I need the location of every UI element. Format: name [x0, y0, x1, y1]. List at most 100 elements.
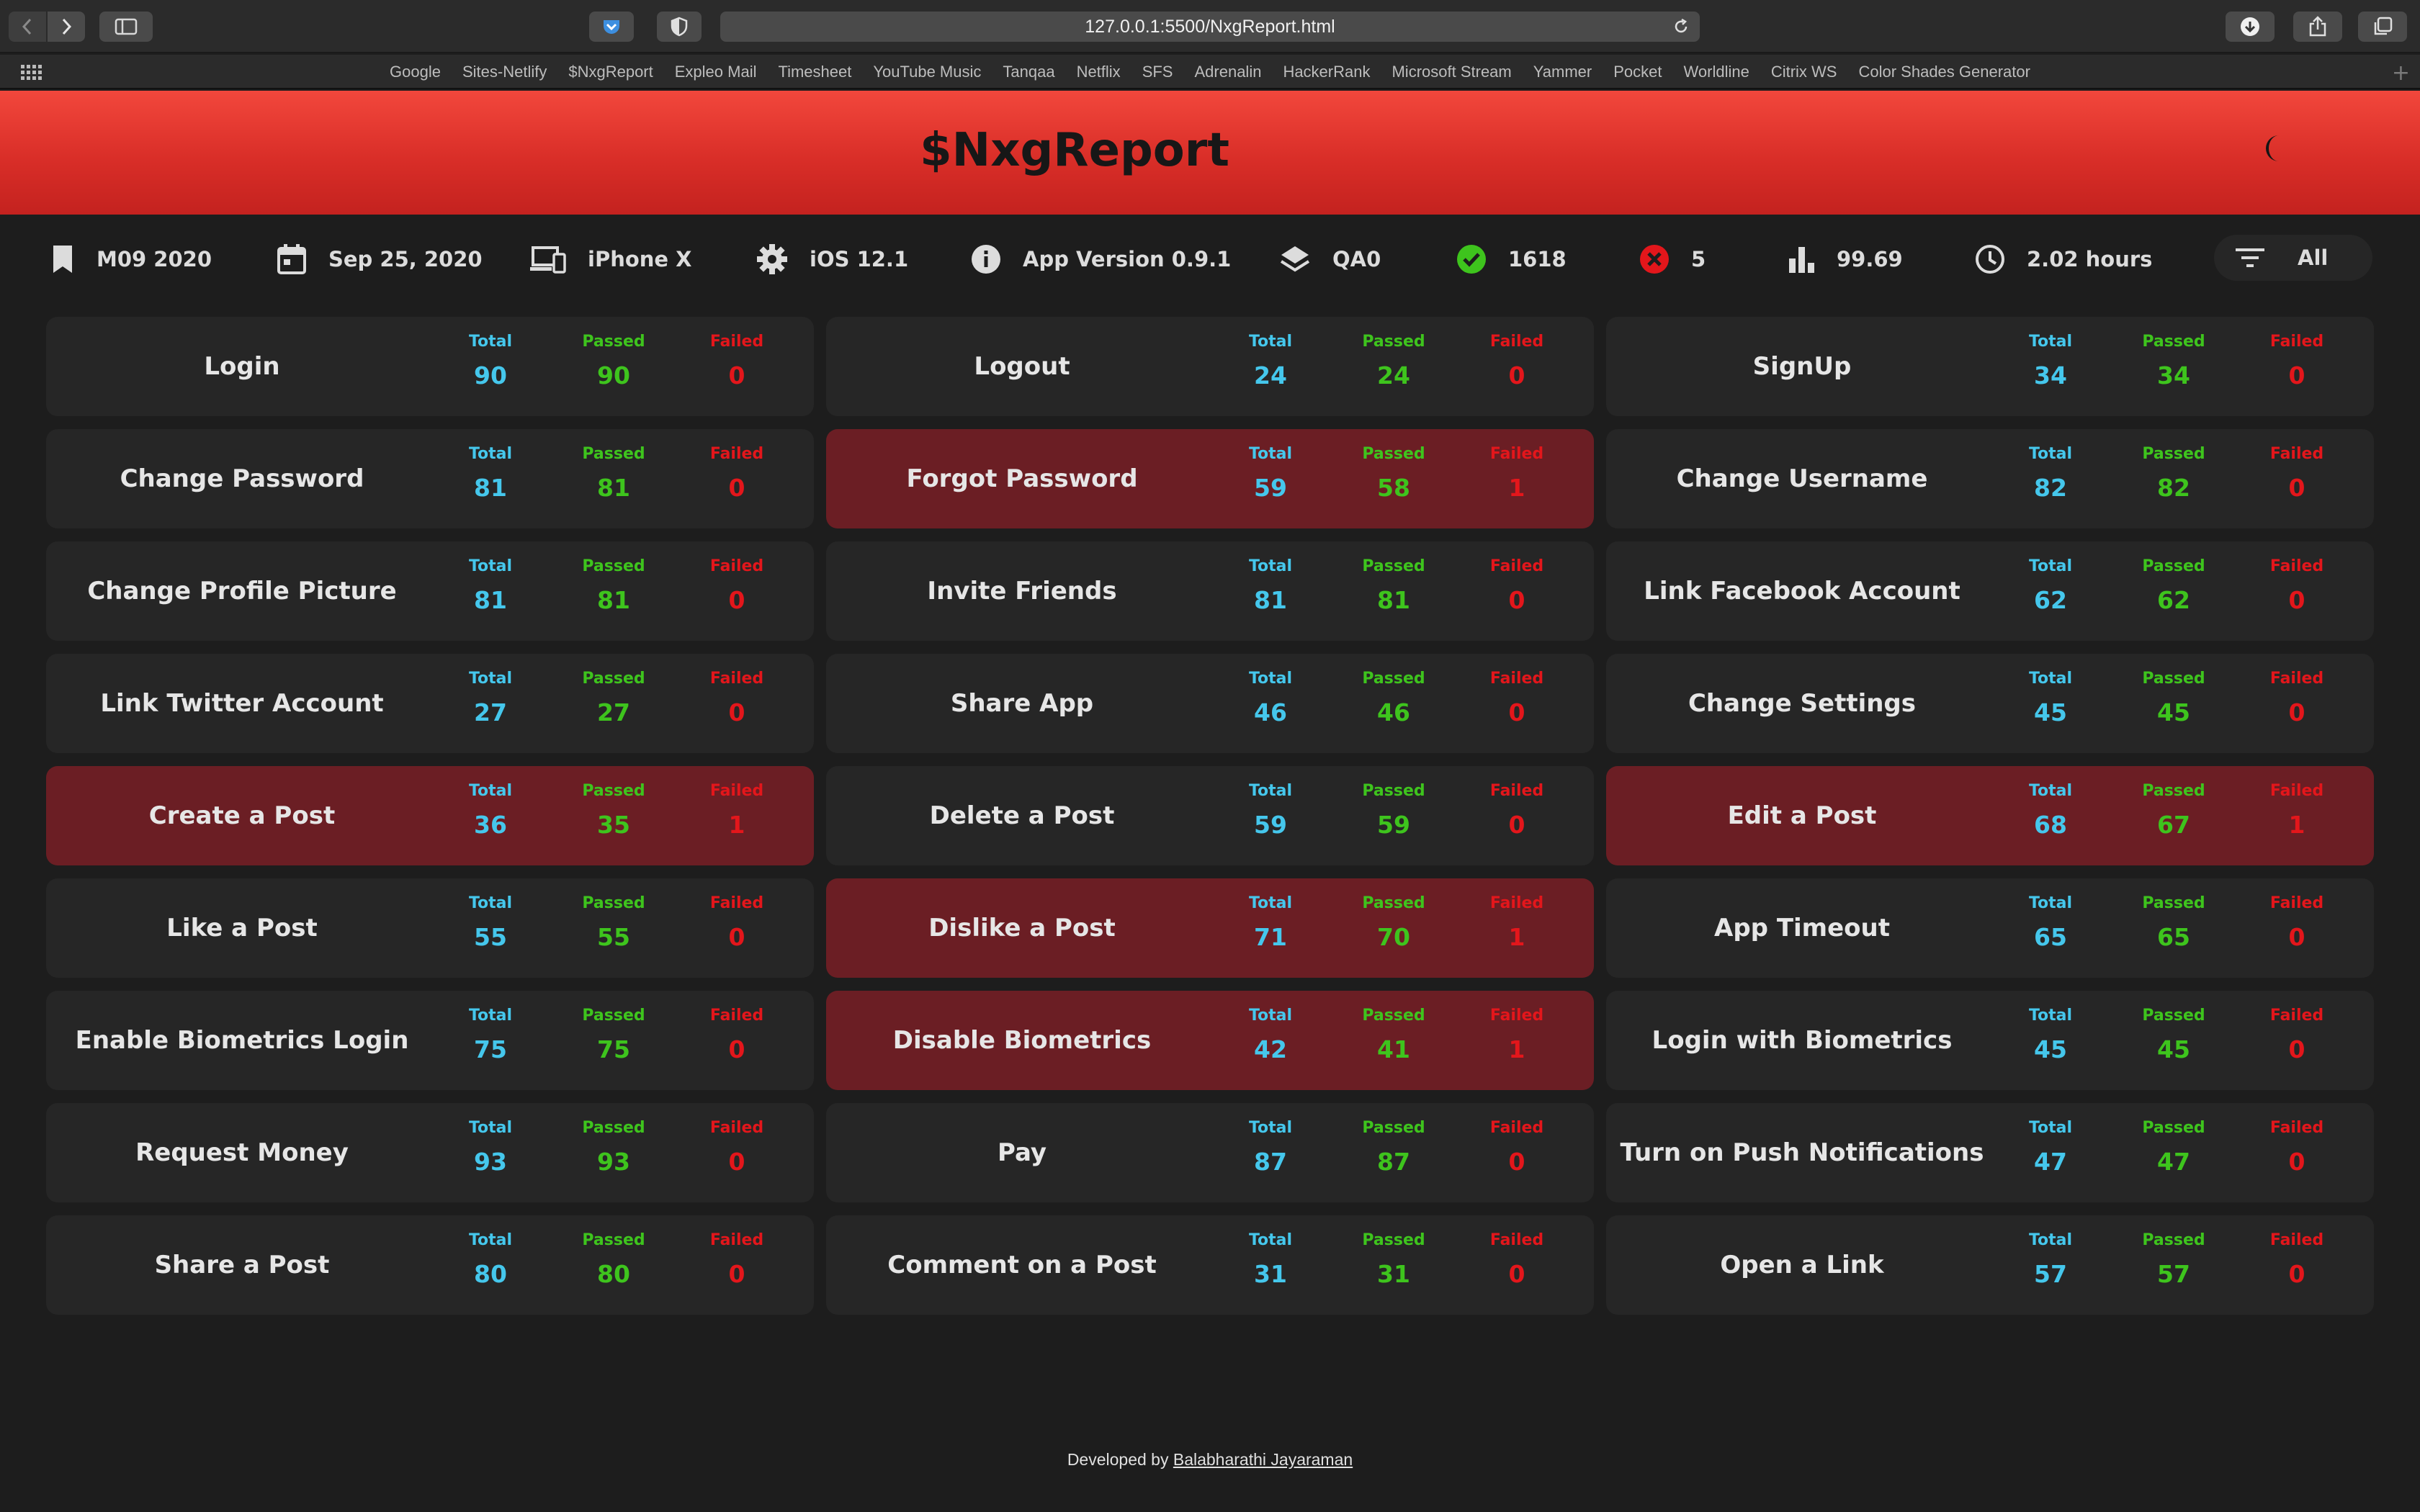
failed-value: 0 — [2288, 698, 2305, 726]
feature-card[interactable]: Pay Total 87 Passed 87 Failed 0 — [826, 1103, 1594, 1202]
passed-value: 81 — [1377, 586, 1410, 614]
total-stat: Total 87 — [1224, 1119, 1317, 1176]
bookmark-item[interactable]: Citrix WS — [1760, 63, 1848, 81]
feature-card[interactable]: Link Twitter Account Total 27 Passed 27 Faile… — [46, 654, 814, 753]
feature-card[interactable]: Edit a Post Total 68 Passed 67 Failed 1 — [1606, 766, 2374, 865]
bookmark-item[interactable]: Pocket — [1603, 63, 1672, 81]
date-text: Sep 25, 2020 — [328, 247, 483, 271]
feature-card[interactable]: Change Password Total 81 Passed 81 Failed 0 — [46, 429, 814, 528]
total-stat: Total 55 — [444, 894, 537, 951]
feature-card[interactable]: Create a Post Total 36 Passed 35 Failed 1 — [46, 766, 814, 865]
share-button[interactable] — [2293, 12, 2342, 42]
bookmark-item[interactable]: Color Shades Generator — [1847, 63, 2040, 81]
feature-card[interactable]: Forgot Password Total 59 Passed 58 Failed 1 — [826, 429, 1594, 528]
feature-card[interactable]: SignUp Total 34 Passed 34 Failed 0 — [1606, 317, 2374, 416]
feature-card[interactable]: Share a Post Total 80 Passed 80 Failed 0 — [46, 1215, 814, 1315]
feature-card[interactable]: Share App Total 46 Passed 46 Failed 0 — [826, 654, 1594, 753]
forward-button[interactable] — [48, 12, 85, 42]
bookmark-item[interactable]: Yammer — [1523, 63, 1603, 81]
passed-label: Passed — [582, 1007, 645, 1025]
feature-card[interactable]: Disable Biometrics Total 42 Passed 41 Failed 1 — [826, 991, 1594, 1090]
feature-card[interactable]: Request Money Total 93 Passed 93 Failed 0 — [46, 1103, 814, 1202]
failed-value: 0 — [1508, 698, 1525, 726]
failed-stat: Failed 0 — [690, 894, 784, 951]
os-info: iOS 12.1 — [756, 240, 908, 278]
bookmark-item[interactable]: Sites-Netlify — [452, 63, 557, 81]
failed-label: Failed — [1489, 782, 1544, 800]
back-button[interactable] — [9, 12, 46, 42]
bookmark-item[interactable]: Adrenalin — [1183, 63, 1272, 81]
bookmark-item[interactable]: Timesheet — [767, 63, 862, 81]
failed-value: 1 — [1508, 474, 1525, 502]
feature-name: SignUp — [1752, 352, 1852, 381]
failed-stat: Failed 0 — [1470, 333, 1564, 390]
passed-value: 70 — [1377, 923, 1410, 951]
feature-card[interactable]: Open a Link Total 57 Passed 57 Failed 0 — [1606, 1215, 2374, 1315]
total-stat: Total 82 — [2004, 445, 2097, 502]
passed-value: 24 — [1377, 361, 1410, 390]
failed-stat: Failed 0 — [2250, 1119, 2344, 1176]
passed-stat: Passed 46 — [1347, 670, 1440, 726]
feature-name: Change Password — [120, 464, 364, 493]
feature-card[interactable]: Login with Biometrics Total 45 Passed 45 Fail… — [1606, 991, 2374, 1090]
author-link[interactable]: Balabharathi Jayaraman — [1173, 1450, 1353, 1469]
bookmark-item[interactable]: YouTube Music — [862, 63, 992, 81]
new-tab-plus-icon[interactable]: + — [2392, 60, 2410, 86]
passed-stat: Passed 70 — [1347, 894, 1440, 951]
total-label: Total — [468, 557, 513, 575]
filter-dropdown[interactable]: All — [2214, 235, 2372, 281]
failed-stat: Failed 0 — [2250, 1007, 2344, 1063]
failed-label: Failed — [2269, 557, 2324, 575]
pocket-extension-button[interactable] — [589, 12, 634, 42]
date-info: Sep 25, 2020 — [277, 240, 483, 278]
feature-card[interactable]: Like a Post Total 55 Passed 55 Failed 0 — [46, 878, 814, 978]
failed-stat: Failed 0 — [2250, 894, 2344, 951]
passed-value: 45 — [2157, 698, 2190, 726]
feature-card[interactable]: Comment on a Post Total 31 Passed 31 Failed 0 — [826, 1215, 1594, 1315]
bookmark-item[interactable]: Google — [379, 63, 452, 81]
bookmark-item[interactable]: $NxgReport — [557, 63, 663, 81]
bookmark-item[interactable]: Microsoft Stream — [1381, 63, 1522, 81]
passed-value: 58 — [1377, 474, 1410, 502]
sidebar-toggle-button[interactable] — [99, 12, 153, 42]
feature-card[interactable]: Logout Total 24 Passed 24 Failed 0 — [826, 317, 1594, 416]
bookmark-item[interactable]: Tanqaa — [992, 63, 1065, 81]
address-bar[interactable]: 127.0.0.1:5500/NxgReport.html — [720, 12, 1700, 42]
privacy-shield-button[interactable] — [657, 12, 702, 42]
filter-value: All — [2298, 246, 2329, 270]
total-label: Total — [2028, 894, 2073, 912]
device-text: iPhone X — [588, 247, 692, 271]
feature-card[interactable]: Enable Biometrics Login Total 75 Passed 75 Fa… — [46, 991, 814, 1090]
feature-card[interactable]: Delete a Post Total 59 Passed 59 Failed 0 — [826, 766, 1594, 865]
bookmark-item[interactable]: Expleo Mail — [664, 63, 768, 81]
feature-card[interactable]: Change Settings Total 45 Passed 45 Failed 0 — [1606, 654, 2374, 753]
bookmark-item[interactable]: SFS — [1131, 63, 1184, 81]
bookmark-item[interactable]: Worldline — [1673, 63, 1760, 81]
failed-label: Failed — [709, 894, 764, 912]
feature-card[interactable]: Change Profile Picture Total 81 Passed 81 Fai… — [46, 541, 814, 641]
moon-icon[interactable] — [2264, 134, 2289, 163]
feature-card[interactable]: Dislike a Post Total 71 Passed 70 Failed 1 — [826, 878, 1594, 978]
feature-card[interactable]: Turn on Push Notifications Total 47 Passed 4… — [1606, 1103, 2374, 1202]
passed-value: 81 — [597, 586, 630, 614]
bookmark-item[interactable]: Netflix — [1066, 63, 1131, 81]
downloads-button[interactable] — [2226, 12, 2275, 42]
bookmark-item[interactable]: HackerRank — [1272, 63, 1381, 81]
feature-card[interactable]: App Timeout Total 65 Passed 65 Failed 0 — [1606, 878, 2374, 978]
feature-card[interactable]: Change Username Total 82 Passed 82 Failed 0 — [1606, 429, 2374, 528]
tab-overview-button[interactable] — [2358, 12, 2407, 42]
feature-card[interactable]: Invite Friends Total 81 Passed 81 Failed 0 — [826, 541, 1594, 641]
reload-icon[interactable] — [1672, 18, 1690, 35]
passed-label: Passed — [582, 782, 645, 800]
failed-stat: Failed 0 — [1470, 670, 1564, 726]
failed-label: Failed — [2269, 333, 2324, 351]
passed-stat: Passed 45 — [2127, 1007, 2220, 1063]
bookmark-icon — [53, 246, 72, 273]
passed-label: Passed — [2142, 333, 2205, 351]
feature-card[interactable]: Link Facebook Account Total 62 Passed 62 Fail… — [1606, 541, 2374, 641]
passed-stat: Passed 62 — [2127, 557, 2220, 614]
total-label: Total — [2028, 670, 2073, 688]
total-label: Total — [1248, 782, 1293, 800]
devices-icon — [530, 246, 566, 274]
feature-card[interactable]: Login Total 90 Passed 90 Failed 0 — [46, 317, 814, 416]
